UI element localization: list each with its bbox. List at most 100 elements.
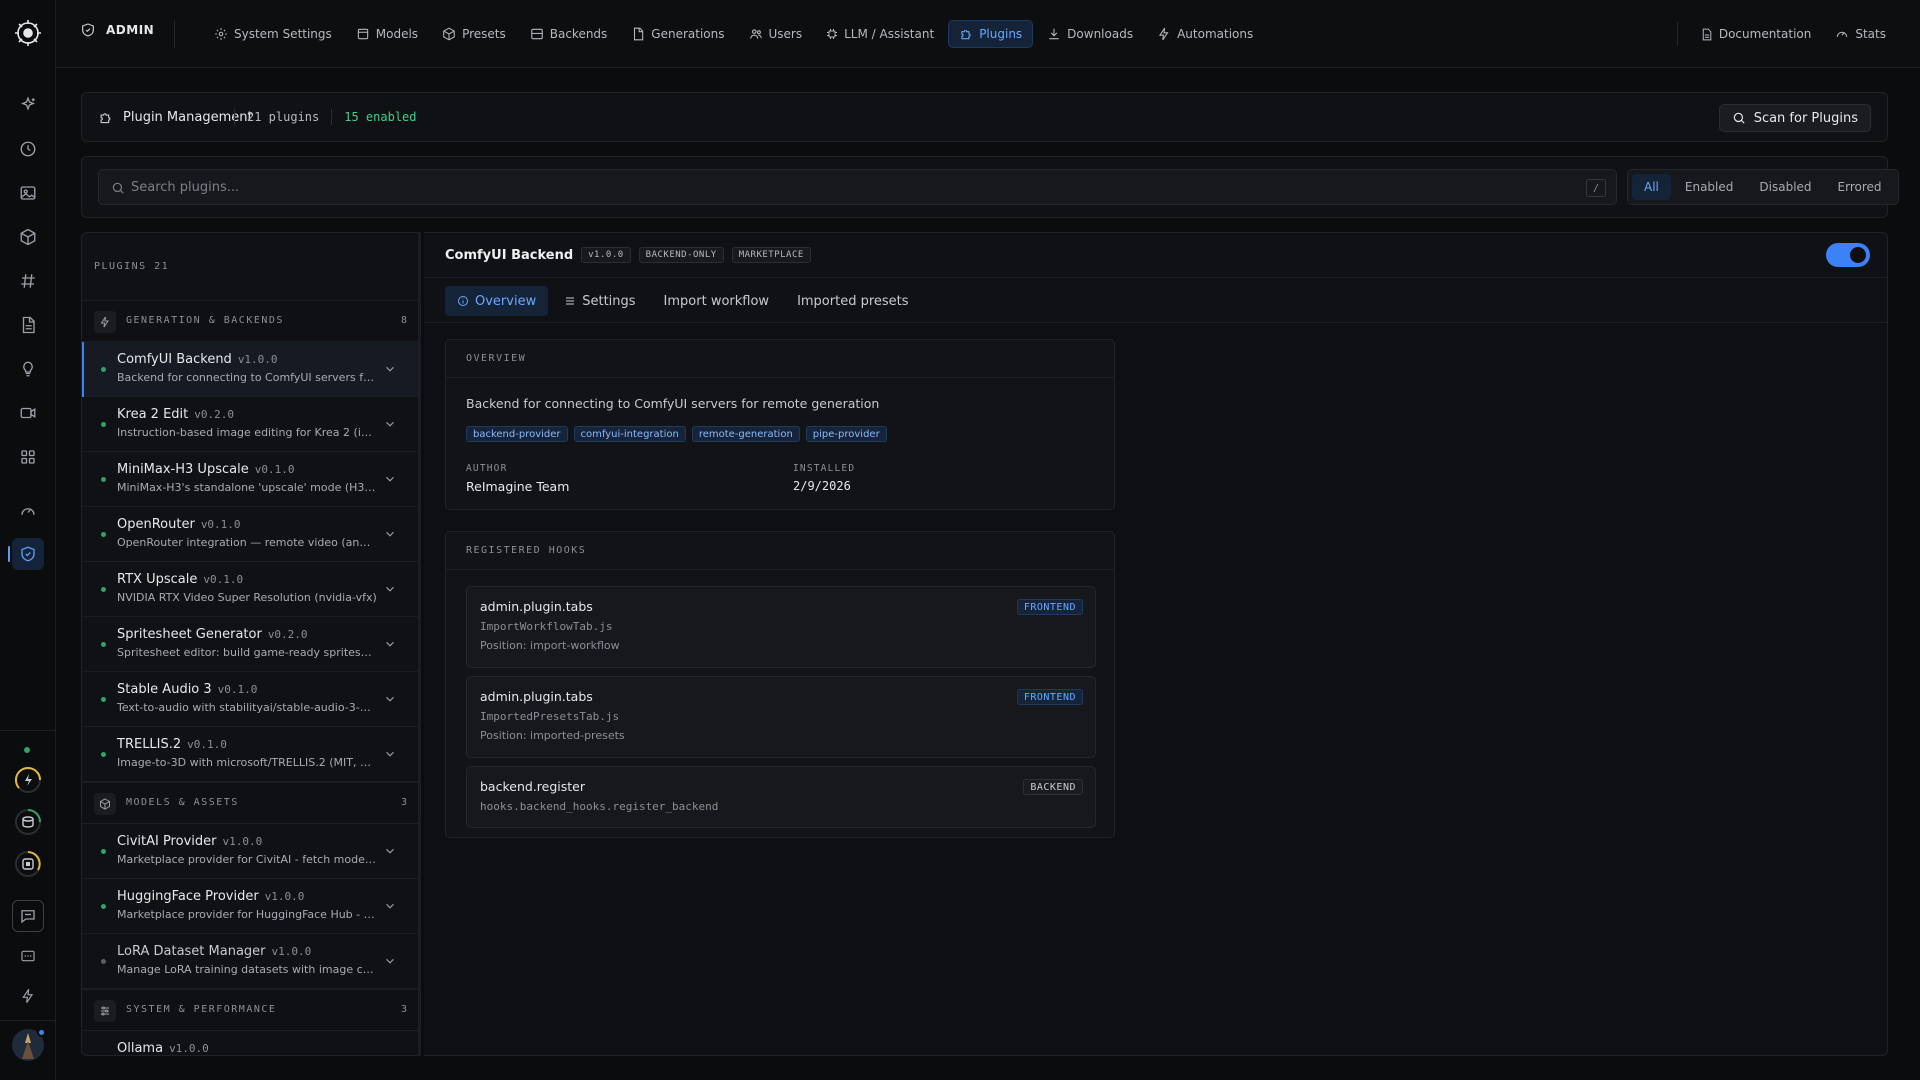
nav-presets[interactable]: Presets bbox=[432, 20, 516, 48]
plugin-enabled-toggle[interactable] bbox=[1826, 243, 1870, 267]
filter-disabled[interactable]: Disabled bbox=[1747, 174, 1823, 200]
plugin-item-minimax-h3-upscale[interactable]: MiniMax-H3 Upscale v0.1.0 MiniMax-H3's st… bbox=[82, 452, 418, 507]
chevron-down-icon[interactable] bbox=[383, 899, 397, 913]
nav-automations[interactable]: Automations bbox=[1147, 20, 1263, 48]
bolt-icon bbox=[94, 311, 116, 333]
nav-llm-assistant[interactable]: LLM / Assistant bbox=[816, 20, 944, 48]
hook-item: backend.register hooks.backend_hooks.reg… bbox=[466, 766, 1096, 828]
gallery-icon[interactable] bbox=[12, 177, 44, 209]
tab-import-workflow[interactable]: Import workflow bbox=[652, 286, 782, 316]
puzzle-icon bbox=[961, 30, 971, 40]
status-dot bbox=[101, 752, 106, 757]
sliders-icon bbox=[94, 1000, 116, 1022]
plugin-title: ComfyUI Backend bbox=[445, 247, 574, 263]
chat-icon[interactable] bbox=[12, 900, 44, 932]
plugin-item-spritesheet-generator[interactable]: Spritesheet Generator v0.2.0 Spritesheet … bbox=[82, 617, 418, 672]
enabled-count: 15 enabled bbox=[344, 110, 417, 124]
chevron-down-icon[interactable] bbox=[383, 747, 397, 761]
admin-shield-icon[interactable] bbox=[8, 538, 44, 570]
search-icon bbox=[112, 182, 124, 194]
chevron-down-icon[interactable] bbox=[383, 844, 397, 858]
chevron-down-icon[interactable] bbox=[383, 472, 397, 486]
nav-models[interactable]: Models bbox=[346, 20, 428, 48]
nav-plugins[interactable]: Plugins bbox=[948, 20, 1034, 48]
author-value: ReImagine Team bbox=[466, 479, 570, 494]
nav-stats[interactable]: Stats bbox=[1825, 20, 1896, 48]
chevron-down-icon[interactable] bbox=[383, 527, 397, 541]
nav-documentation[interactable]: Documentation bbox=[1690, 20, 1822, 48]
admin-label: ADMIN bbox=[80, 22, 154, 38]
history-icon[interactable] bbox=[12, 133, 44, 165]
author-label: AUTHOR bbox=[466, 463, 508, 474]
chevron-down-icon[interactable] bbox=[383, 417, 397, 431]
nav-downloads[interactable]: Downloads bbox=[1037, 20, 1143, 48]
cube-icon[interactable] bbox=[12, 221, 44, 253]
notification-badge bbox=[37, 1028, 46, 1037]
plugin-item-comfyui-backend[interactable]: ComfyUI Backend v1.0.0 Backend for connec… bbox=[82, 342, 418, 397]
tab-imported-presets[interactable]: Imported presets bbox=[785, 286, 920, 316]
left-rail bbox=[0, 0, 56, 1080]
generate-icon[interactable] bbox=[12, 89, 44, 121]
hash-icon[interactable] bbox=[12, 265, 44, 297]
cube-icon bbox=[94, 793, 116, 815]
search-input[interactable] bbox=[131, 170, 1571, 204]
plugin-detail: ComfyUI Backend v1.0.0 BACKEND-ONLY MARK… bbox=[424, 232, 1888, 1056]
terminal-icon[interactable] bbox=[12, 940, 44, 972]
tab-settings[interactable]: Settings bbox=[552, 286, 647, 316]
filter-enabled[interactable]: Enabled bbox=[1673, 174, 1746, 200]
top-bar: ADMIN System Settings Models Presets Bac… bbox=[56, 0, 1920, 68]
filter-all[interactable]: All bbox=[1632, 174, 1671, 200]
plugin-description: Backend for connecting to ComfyUI server… bbox=[466, 396, 880, 411]
plugin-list-heading: PLUGINS 21 bbox=[94, 261, 170, 272]
chevron-down-icon[interactable] bbox=[383, 582, 397, 596]
plugin-item-civitai-provider[interactable]: CivitAI Provider v1.0.0 Marketplace provi… bbox=[82, 824, 418, 879]
gear-icon bbox=[215, 28, 227, 40]
chevron-down-icon[interactable] bbox=[383, 954, 397, 968]
registered-hooks-heading: REGISTERED HOOKS bbox=[446, 532, 1114, 570]
gpu-usage-ring-icon[interactable] bbox=[13, 765, 43, 795]
speedometer-icon[interactable] bbox=[12, 495, 44, 527]
group-system-performance[interactable]: SYSTEM & PERFORMANCE 3 bbox=[82, 989, 418, 1031]
status-dot bbox=[101, 904, 106, 909]
nav-users[interactable]: Users bbox=[739, 20, 813, 48]
memory-usage-ring-icon[interactable] bbox=[13, 807, 43, 837]
nav-generations[interactable]: Generations bbox=[621, 20, 734, 48]
group-models-assets[interactable]: MODELS & ASSETS 3 bbox=[82, 782, 418, 824]
cpu-usage-ring-icon[interactable] bbox=[13, 849, 43, 879]
chevron-down-icon[interactable] bbox=[383, 362, 397, 376]
filter-errored[interactable]: Errored bbox=[1826, 174, 1894, 200]
plugin-item-huggingface-provider[interactable]: HuggingFace Provider v1.0.0 Marketplace p… bbox=[82, 879, 418, 934]
chevron-down-icon[interactable] bbox=[383, 692, 397, 706]
chevron-down-icon[interactable] bbox=[383, 637, 397, 651]
plugin-detail-header: ComfyUI Backend v1.0.0 BACKEND-ONLY MARK… bbox=[424, 233, 1887, 278]
tab-overview[interactable]: Overview bbox=[445, 286, 549, 316]
group-generation-backends[interactable]: GENERATION & BACKENDS 8 bbox=[82, 300, 418, 342]
plugin-item-ollama[interactable]: Ollama v1.0.0 bbox=[82, 1031, 418, 1056]
nav-system-settings[interactable]: System Settings bbox=[204, 20, 342, 48]
plugin-item-stable-audio-3[interactable]: Stable Audio 3 v0.1.0 Text-to-audio with … bbox=[82, 672, 418, 727]
search-box: / bbox=[98, 169, 1617, 205]
plugin-item-openrouter[interactable]: OpenRouter v0.1.0 OpenRouter integration … bbox=[82, 507, 418, 562]
status-dot bbox=[101, 367, 106, 372]
grid-icon[interactable] bbox=[12, 441, 44, 473]
app-logo-icon[interactable] bbox=[14, 19, 42, 47]
status-dot bbox=[101, 422, 106, 427]
nav-backends[interactable]: Backends bbox=[520, 20, 618, 48]
doc-icon bbox=[1702, 28, 1712, 40]
plugin-item-rtx-upscale[interactable]: RTX Upscale v0.1.0 NVIDIA RTX Video Super… bbox=[82, 562, 418, 617]
video-icon[interactable] bbox=[12, 397, 44, 429]
chevron-down-icon[interactable] bbox=[383, 1051, 397, 1056]
keyword-tag: comfyui-integration bbox=[573, 426, 686, 442]
keyword-tags: backend-provider comfyui-integration rem… bbox=[466, 426, 887, 442]
plugin-item-lora-dataset-manager[interactable]: LoRA Dataset Manager v1.0.0 Manage LoRA t… bbox=[82, 934, 418, 989]
bolt-icon bbox=[1159, 27, 1169, 41]
plugin-item-trellis-2[interactable]: TRELLIS.2 v0.1.0 Image-to-3D with microso… bbox=[82, 727, 418, 782]
lightbulb-icon[interactable] bbox=[12, 353, 44, 385]
scan-for-plugins-button[interactable]: Scan for Plugins bbox=[1718, 104, 1871, 132]
admin-nav: System Settings Models Presets Backends … bbox=[204, 20, 1263, 48]
cpu-icon bbox=[827, 29, 838, 39]
plugin-item-krea-2-edit[interactable]: Krea 2 Edit v0.2.0 Instruction-based imag… bbox=[82, 397, 418, 452]
document-icon[interactable] bbox=[12, 309, 44, 341]
bolt-icon[interactable] bbox=[12, 980, 44, 1012]
status-dot bbox=[101, 532, 106, 537]
